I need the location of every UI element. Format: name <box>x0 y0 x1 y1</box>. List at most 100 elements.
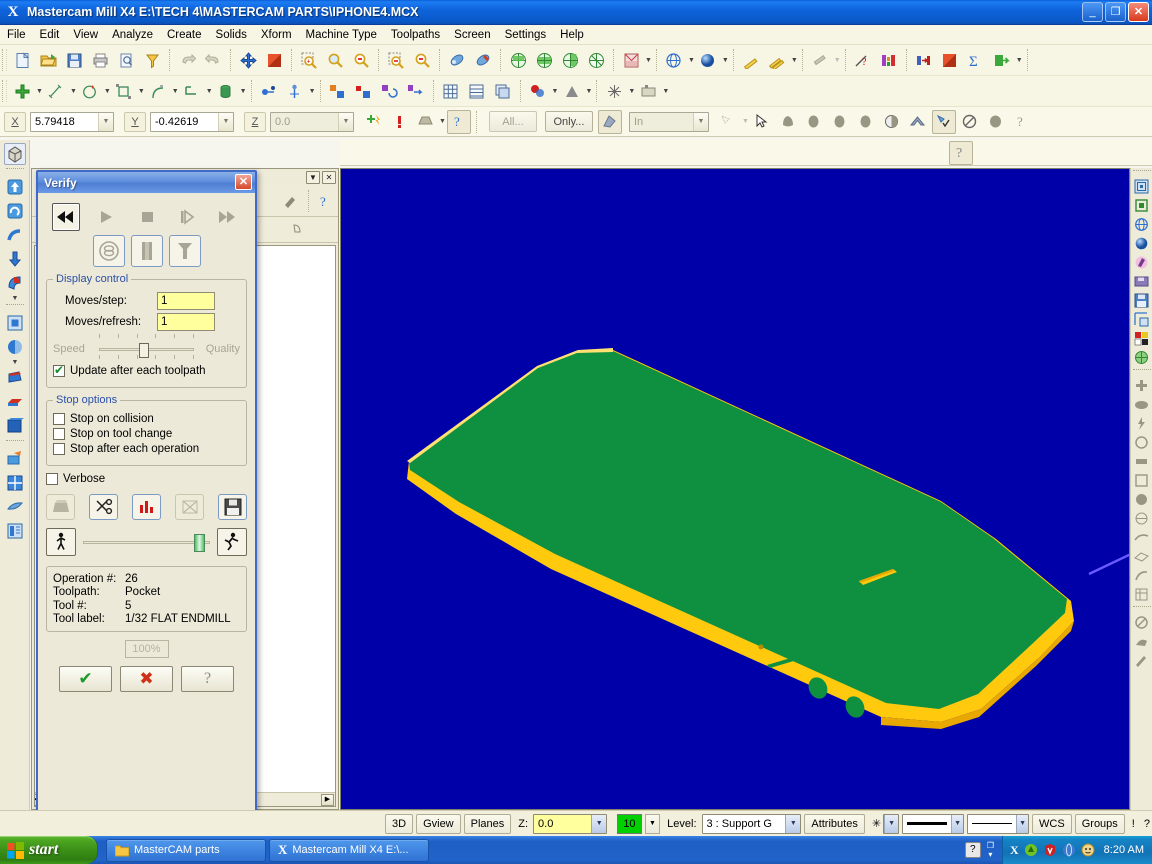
sketch-icon[interactable] <box>1133 652 1151 670</box>
y-coordinate-input[interactable]: -0.42619 ▼ <box>150 111 234 132</box>
chevron-down-icon[interactable]: ▼ <box>240 88 247 95</box>
chevron-down-icon[interactable]: ▼ <box>791 57 798 64</box>
chevron-down-icon[interactable]: ▼ <box>309 88 316 95</box>
play-button[interactable] <box>92 203 120 231</box>
chevron-down-icon[interactable]: ▼ <box>206 88 213 95</box>
globe-view-icon[interactable] <box>1133 216 1151 234</box>
graphics-viewport[interactable] <box>340 168 1130 810</box>
view-top-icon[interactable] <box>506 48 530 72</box>
update-after-toolpath-row[interactable]: Update after each toolpath <box>53 363 240 377</box>
statistics-button[interactable] <box>132 494 161 520</box>
graphics-help-icon[interactable]: ? <box>949 140 973 165</box>
select-chevron-icon[interactable] <box>906 110 930 134</box>
nvidia-icon[interactable] <box>1024 843 1038 857</box>
create-spline-icon[interactable] <box>146 79 170 103</box>
xform-mirror-icon[interactable] <box>352 79 376 103</box>
grid-surface-icon[interactable] <box>1133 586 1151 604</box>
pan-icon[interactable] <box>236 48 260 72</box>
selection-filter-icon[interactable] <box>597 109 622 134</box>
shaded-sphere-icon[interactable] <box>696 48 720 72</box>
chevron-down-icon[interactable]: ▼ <box>138 88 145 95</box>
chevron-down-icon[interactable]: ▼ <box>104 88 111 95</box>
menu-machine-type[interactable]: Machine Type <box>299 27 384 43</box>
chevron-down-icon[interactable]: ▼ <box>338 112 353 131</box>
attributes-button[interactable]: Attributes <box>804 813 865 834</box>
attribute-style-select[interactable]: ▼ <box>883 813 900 834</box>
mastercam-tray-icon[interactable]: X <box>1010 843 1019 858</box>
coord-help-icon[interactable]: ? <box>446 109 471 134</box>
color-dropdown-icon[interactable]: ▼ <box>644 813 661 834</box>
antivirus-icon[interactable] <box>1043 843 1057 857</box>
all-button[interactable]: All... <box>488 111 537 132</box>
tpm-help-icon[interactable]: ? <box>314 189 337 213</box>
verify-close-button[interactable]: ✕ <box>235 174 252 190</box>
menu-view[interactable]: View <box>66 27 105 43</box>
speed-quality-slider[interactable] <box>99 342 194 358</box>
sweep2-icon[interactable] <box>1133 567 1151 585</box>
multi-line-icon[interactable] <box>765 48 789 72</box>
tool-setup-button[interactable] <box>89 494 118 520</box>
messenger-icon[interactable] <box>1081 843 1095 857</box>
list-icon[interactable] <box>465 79 489 103</box>
tpm-select-icon[interactable] <box>287 218 311 242</box>
surface-icon[interactable] <box>1133 529 1151 547</box>
toolpath-chain-icon[interactable] <box>912 48 936 72</box>
xform-scale-icon[interactable] <box>404 79 428 103</box>
select-face-icon[interactable] <box>802 110 826 134</box>
solids-manager-icon[interactable] <box>3 143 26 165</box>
chevron-down-icon[interactable]: ▼ <box>645 57 652 64</box>
menu-toolpaths[interactable]: Toolpaths <box>384 27 447 43</box>
extrude-up-icon[interactable] <box>4 176 26 198</box>
gview-button[interactable]: Gview <box>416 813 461 834</box>
taskbar-item-mastercam-mill[interactable]: X Mastercam Mill X4 E:\... <box>269 838 429 862</box>
verify-toolpath-icon[interactable] <box>636 79 660 103</box>
panel-dropdown-button[interactable]: ▼ <box>306 170 320 184</box>
rewind-button[interactable] <box>52 203 81 231</box>
trim-icon[interactable] <box>808 48 832 72</box>
zoom-select-icon[interactable] <box>323 48 347 72</box>
view-wireframe-icon[interactable] <box>1133 197 1151 215</box>
chevron-down-icon[interactable]: ▼ <box>36 88 43 95</box>
step-button[interactable] <box>173 203 201 231</box>
toolbar-grip[interactable] <box>5 304 24 309</box>
minimize-button[interactable]: _ <box>1082 2 1103 22</box>
no-entry-icon[interactable] <box>1133 614 1151 632</box>
layers-icon[interactable] <box>491 79 515 103</box>
select-vertex-icon[interactable] <box>854 110 878 134</box>
run-button[interactable] <box>217 528 247 556</box>
drill-toolpath-icon[interactable] <box>257 79 281 103</box>
solid-history-icon[interactable] <box>4 520 26 542</box>
solid-draft-icon[interactable] <box>4 448 26 470</box>
groups-button[interactable]: Groups <box>1074 813 1125 834</box>
view-iso-green-icon[interactable] <box>1133 349 1151 367</box>
chevron-down-icon[interactable]: ▼ <box>70 88 77 95</box>
box-icon[interactable] <box>1133 472 1151 490</box>
zoom-target-icon[interactable]: + <box>297 48 321 72</box>
close-button[interactable]: ✕ <box>1128 2 1149 22</box>
chevron-down-icon[interactable]: ▼ <box>742 118 749 125</box>
compare-button[interactable] <box>175 494 204 520</box>
zoom-window-icon[interactable] <box>140 48 164 72</box>
print-preview-icon[interactable] <box>114 48 138 72</box>
stop-on-collision-row[interactable]: Stop on collision <box>53 413 240 425</box>
analyze-entity-icon[interactable]: ? <box>851 48 875 72</box>
trim-solid-icon[interactable] <box>4 336 26 358</box>
slider-thumb[interactable] <box>139 342 150 358</box>
chevron-down-icon[interactable]: ▼ <box>172 88 179 95</box>
save-icon[interactable] <box>62 48 86 72</box>
stock-button[interactable] <box>130 235 163 267</box>
menu-screen[interactable]: Screen <box>447 27 497 43</box>
network-icon[interactable] <box>1062 843 1076 857</box>
chevron-down-icon[interactable]: ▼ <box>785 814 801 833</box>
z-coordinate-input[interactable]: 0.0 ▼ <box>270 111 354 132</box>
undo-icon[interactable] <box>175 48 199 72</box>
select-all-solid-icon[interactable] <box>984 110 1008 134</box>
solid-thicken-icon[interactable] <box>4 496 26 518</box>
regenerate-icon[interactable] <box>938 48 962 72</box>
add-entity-icon[interactable] <box>1133 377 1151 395</box>
chevron-down-icon[interactable]: ▼ <box>662 88 669 95</box>
menu-create[interactable]: Create <box>160 27 209 43</box>
stop-after-each-operation-checkbox[interactable] <box>53 443 65 455</box>
line-create-icon[interactable] <box>739 48 763 72</box>
autocursor-icon[interactable] <box>361 110 385 134</box>
